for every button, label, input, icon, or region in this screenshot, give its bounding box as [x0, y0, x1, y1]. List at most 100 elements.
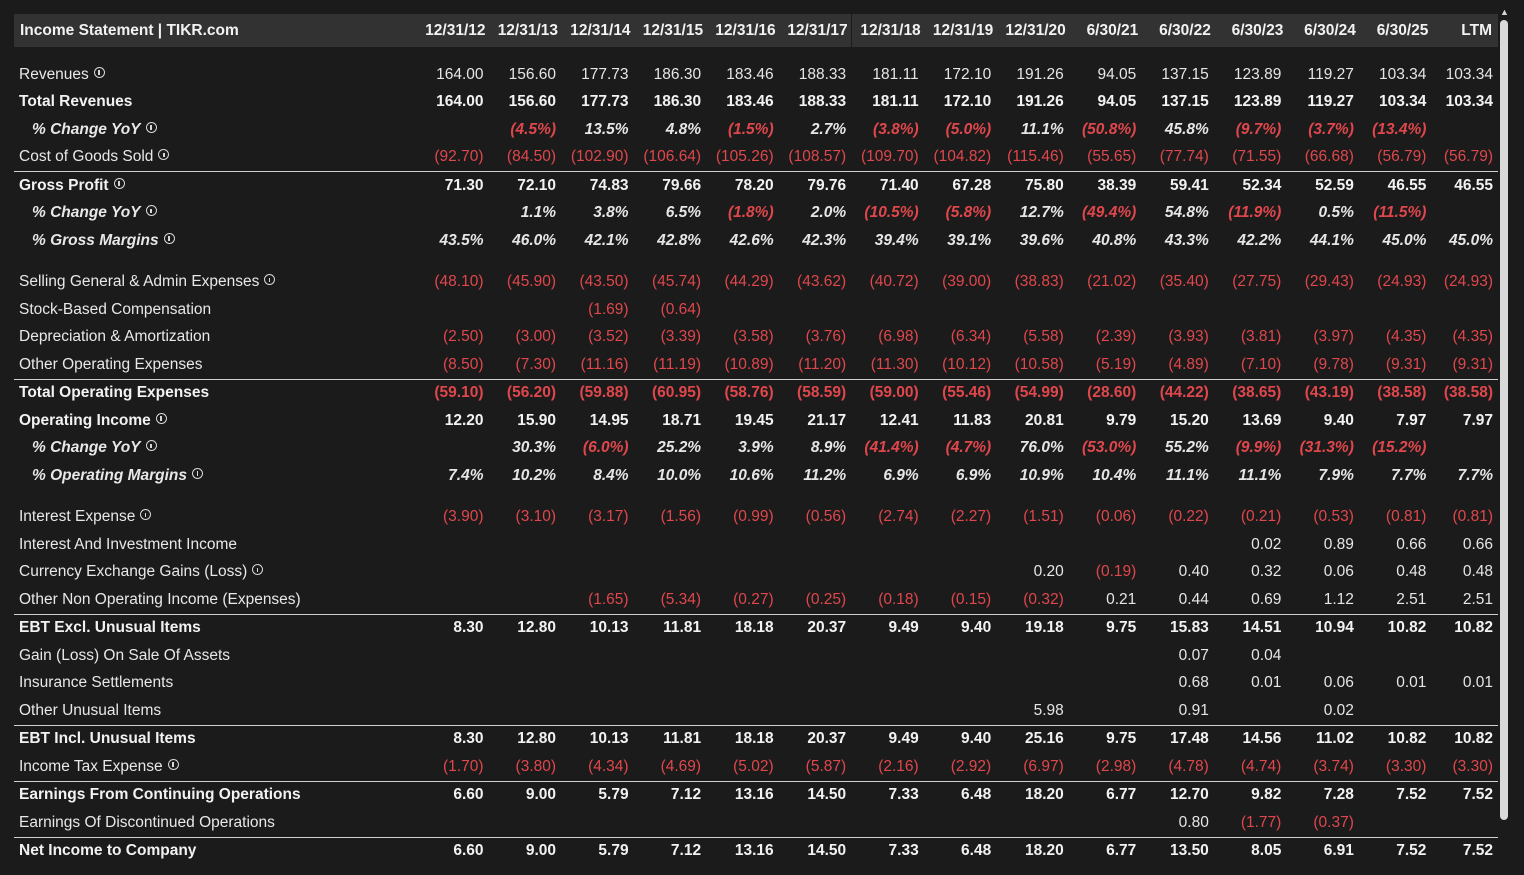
period-header[interactable]: 12/31/17 — [778, 14, 852, 47]
table-row[interactable]: Other Unusual Items 5.98 0.91 0.02 — [14, 697, 1498, 725]
table-row[interactable]: Net Income to Company 6.60 9.00 5.79 7.12 13.… — [14, 836, 1498, 865]
table-row[interactable]: Stock-Based Compensation (1.69) (0.64) — [14, 296, 1498, 324]
info-icon[interactable] — [167, 758, 179, 770]
value-cell: 191.26 — [1016, 65, 1064, 83]
value-cell: 9.75 — [1068, 724, 1142, 753]
info-icon[interactable] — [93, 66, 105, 78]
value-cell: (0.27) — [733, 590, 774, 608]
table-body: Revenues 164.00 156.60 177.73 186.30 183.46 18… — [14, 47, 1498, 865]
table-row[interactable]: Cost of Goods Sold (92.70) (84.50) (102.90)… — [14, 144, 1498, 172]
period-header[interactable]: 12/31/18 — [851, 14, 924, 47]
info-icon[interactable] — [192, 467, 204, 479]
value-cell: 181.11 — [872, 65, 919, 83]
period-header[interactable]: 12/31/15 — [633, 14, 707, 47]
value-cell: (2.16) — [878, 757, 919, 775]
value-cell: 6.5% — [665, 204, 702, 222]
period-header[interactable]: 6/30/22 — [1141, 14, 1214, 47]
value-cell: 181.11 — [872, 93, 919, 111]
row-label-cell: % Gross Margins — [14, 227, 416, 255]
period-header[interactable]: 12/31/14 — [561, 14, 634, 47]
table-row[interactable]: % Operating Margins 7.4% 10.2% 8.4% 10.0% 10.… — [14, 462, 1498, 490]
value-cell: 13.5% — [584, 120, 629, 138]
table-row[interactable]: Revenues 164.00 156.60 177.73 186.30 183.46 18… — [14, 61, 1498, 89]
table-row[interactable]: EBT Excl. Unusual Items 8.30 12.80 10.13 11.… — [14, 613, 1498, 642]
table-row[interactable]: % Change YoY (4.5%) 13.5% 4.8% (1.5%) 2.7% (3.… — [14, 116, 1498, 144]
table-row[interactable]: Gross Profit 71.30 72.10 74.83 79.66 78.20 79.… — [14, 171, 1498, 200]
info-icon[interactable] — [264, 274, 276, 286]
table-row[interactable]: Currency Exchange Gains (Loss) 0.20 (0.19)… — [14, 559, 1498, 587]
table-row[interactable]: Earnings From Continuing Operations 6.60 9… — [14, 780, 1498, 809]
row-label-cell: Stock-Based Compensation — [14, 296, 416, 324]
period-header[interactable]: 12/31/13 — [488, 14, 562, 47]
row-label: Cost of Goods Sold — [19, 148, 154, 166]
value-cell: (0.81) — [1385, 508, 1427, 526]
period-header[interactable]: 6/30/24 — [1286, 14, 1359, 47]
table-row[interactable]: % Change YoY 1.1% 3.8% 6.5% (1.8%) 2.0% (10.5%… — [14, 200, 1498, 228]
value-cell — [561, 697, 634, 725]
value-cell: 2.7% — [810, 120, 847, 138]
info-icon[interactable] — [145, 440, 157, 452]
table-row[interactable]: Operating Income 12.20 15.90 14.95 18.71 19.4… — [14, 407, 1498, 435]
table-row[interactable]: % Gross Margins 43.5% 46.0% 42.1% 42.8% 42.6%… — [14, 227, 1498, 255]
info-icon[interactable] — [145, 121, 157, 133]
vertical-scrollbar[interactable] — [1500, 20, 1508, 820]
table-row[interactable]: EBT Incl. Unusual Items 8.30 12.80 10.13 11.… — [14, 724, 1498, 753]
info-icon[interactable] — [145, 205, 157, 217]
table-row[interactable]: Total Operating Expenses (59.10) (56.20) (5… — [14, 378, 1498, 407]
table-row[interactable]: Insurance Settlements 0.68 0.01 0.06 0.01 0.0… — [14, 670, 1498, 698]
value-cell — [1141, 296, 1214, 324]
table-row[interactable]: Interest Expense (3.90) (3.10) (3.17) (1.56)… — [14, 504, 1498, 532]
period-header[interactable]: 12/31/20 — [996, 14, 1069, 47]
value-cell: (56.79) — [1377, 148, 1427, 166]
info-icon[interactable] — [113, 177, 125, 189]
value-cell — [1069, 697, 1142, 725]
value-cell: 2.51 — [1396, 590, 1427, 608]
info-icon[interactable] — [252, 564, 264, 576]
value-cell: 45.0% — [1449, 231, 1493, 249]
value-cell: 183.46 — [726, 65, 774, 83]
value-cell: (1.5%) — [727, 120, 774, 138]
value-cell: 18.20 — [996, 780, 1069, 809]
value-cell: (5.02) — [733, 757, 774, 775]
info-icon[interactable] — [163, 232, 175, 244]
value-cell: (9.31) — [1385, 355, 1427, 373]
table-row[interactable]: Gain (Loss) On Sale Of Assets 0.07 0.04 — [14, 642, 1498, 670]
value-cell — [706, 296, 779, 324]
value-cell: 7.33 — [851, 780, 924, 809]
value-cell: 7.52 — [1358, 780, 1432, 809]
value-cell: (56.79) — [1443, 148, 1493, 166]
table-row[interactable]: % Change YoY 30.3% (6.0%) 25.2% 3.9% 8.9% (41.… — [14, 435, 1498, 463]
info-icon[interactable] — [140, 509, 152, 521]
table-row[interactable]: Earnings Of Discontinued Operations 0.80 (… — [14, 809, 1498, 837]
value-cell: (27.75) — [1232, 273, 1282, 291]
info-icon[interactable] — [158, 149, 170, 161]
value-cell: 9.00 — [488, 780, 562, 809]
table-row[interactable]: Income Tax Expense (1.70) (3.80) (4.34) (4.6… — [14, 753, 1498, 781]
value-cell — [1069, 809, 1142, 837]
table-row[interactable]: Other Non Operating Income (Expenses) (1.… — [14, 586, 1498, 614]
value-cell: 9.49 — [851, 724, 924, 753]
value-cell: 11.81 — [633, 613, 707, 642]
scroll-up-arrow-icon[interactable]: ▲ — [1500, 8, 1509, 17]
period-header[interactable]: 12/31/19 — [923, 14, 997, 47]
value-cell: (4.35) — [1385, 328, 1427, 346]
table-row[interactable]: Interest And Investment Income 0.02 0.89 0.… — [14, 531, 1498, 559]
value-cell: 188.33 — [798, 65, 847, 83]
period-header[interactable]: 12/31/12 — [415, 14, 489, 47]
table-row[interactable]: Depreciation & Amortization (2.50) (3.00) (… — [14, 324, 1498, 352]
period-header[interactable]: 6/30/25 — [1358, 14, 1432, 47]
value-cell: 3.9% — [738, 439, 774, 457]
table-row[interactable]: Total Revenues 164.00 156.60 177.73 186.30 18… — [14, 89, 1498, 117]
period-header[interactable]: LTM — [1431, 14, 1498, 47]
value-cell: (4.34) — [588, 757, 629, 775]
row-label-cell: EBT Excl. Unusual Items — [14, 613, 416, 642]
value-cell — [779, 559, 852, 587]
period-header[interactable]: 6/30/23 — [1213, 14, 1287, 47]
period-header[interactable]: 12/31/16 — [706, 14, 779, 47]
table-row[interactable]: Selling General & Admin Expenses (48.10) (… — [14, 269, 1498, 297]
info-icon[interactable] — [155, 412, 167, 424]
value-cell: 76.0% — [1019, 439, 1064, 457]
period-header[interactable]: 6/30/21 — [1068, 14, 1142, 47]
table-row[interactable]: Other Operating Expenses (8.50) (7.30) (11.… — [14, 351, 1498, 379]
value-cell: 10.13 — [561, 724, 634, 753]
